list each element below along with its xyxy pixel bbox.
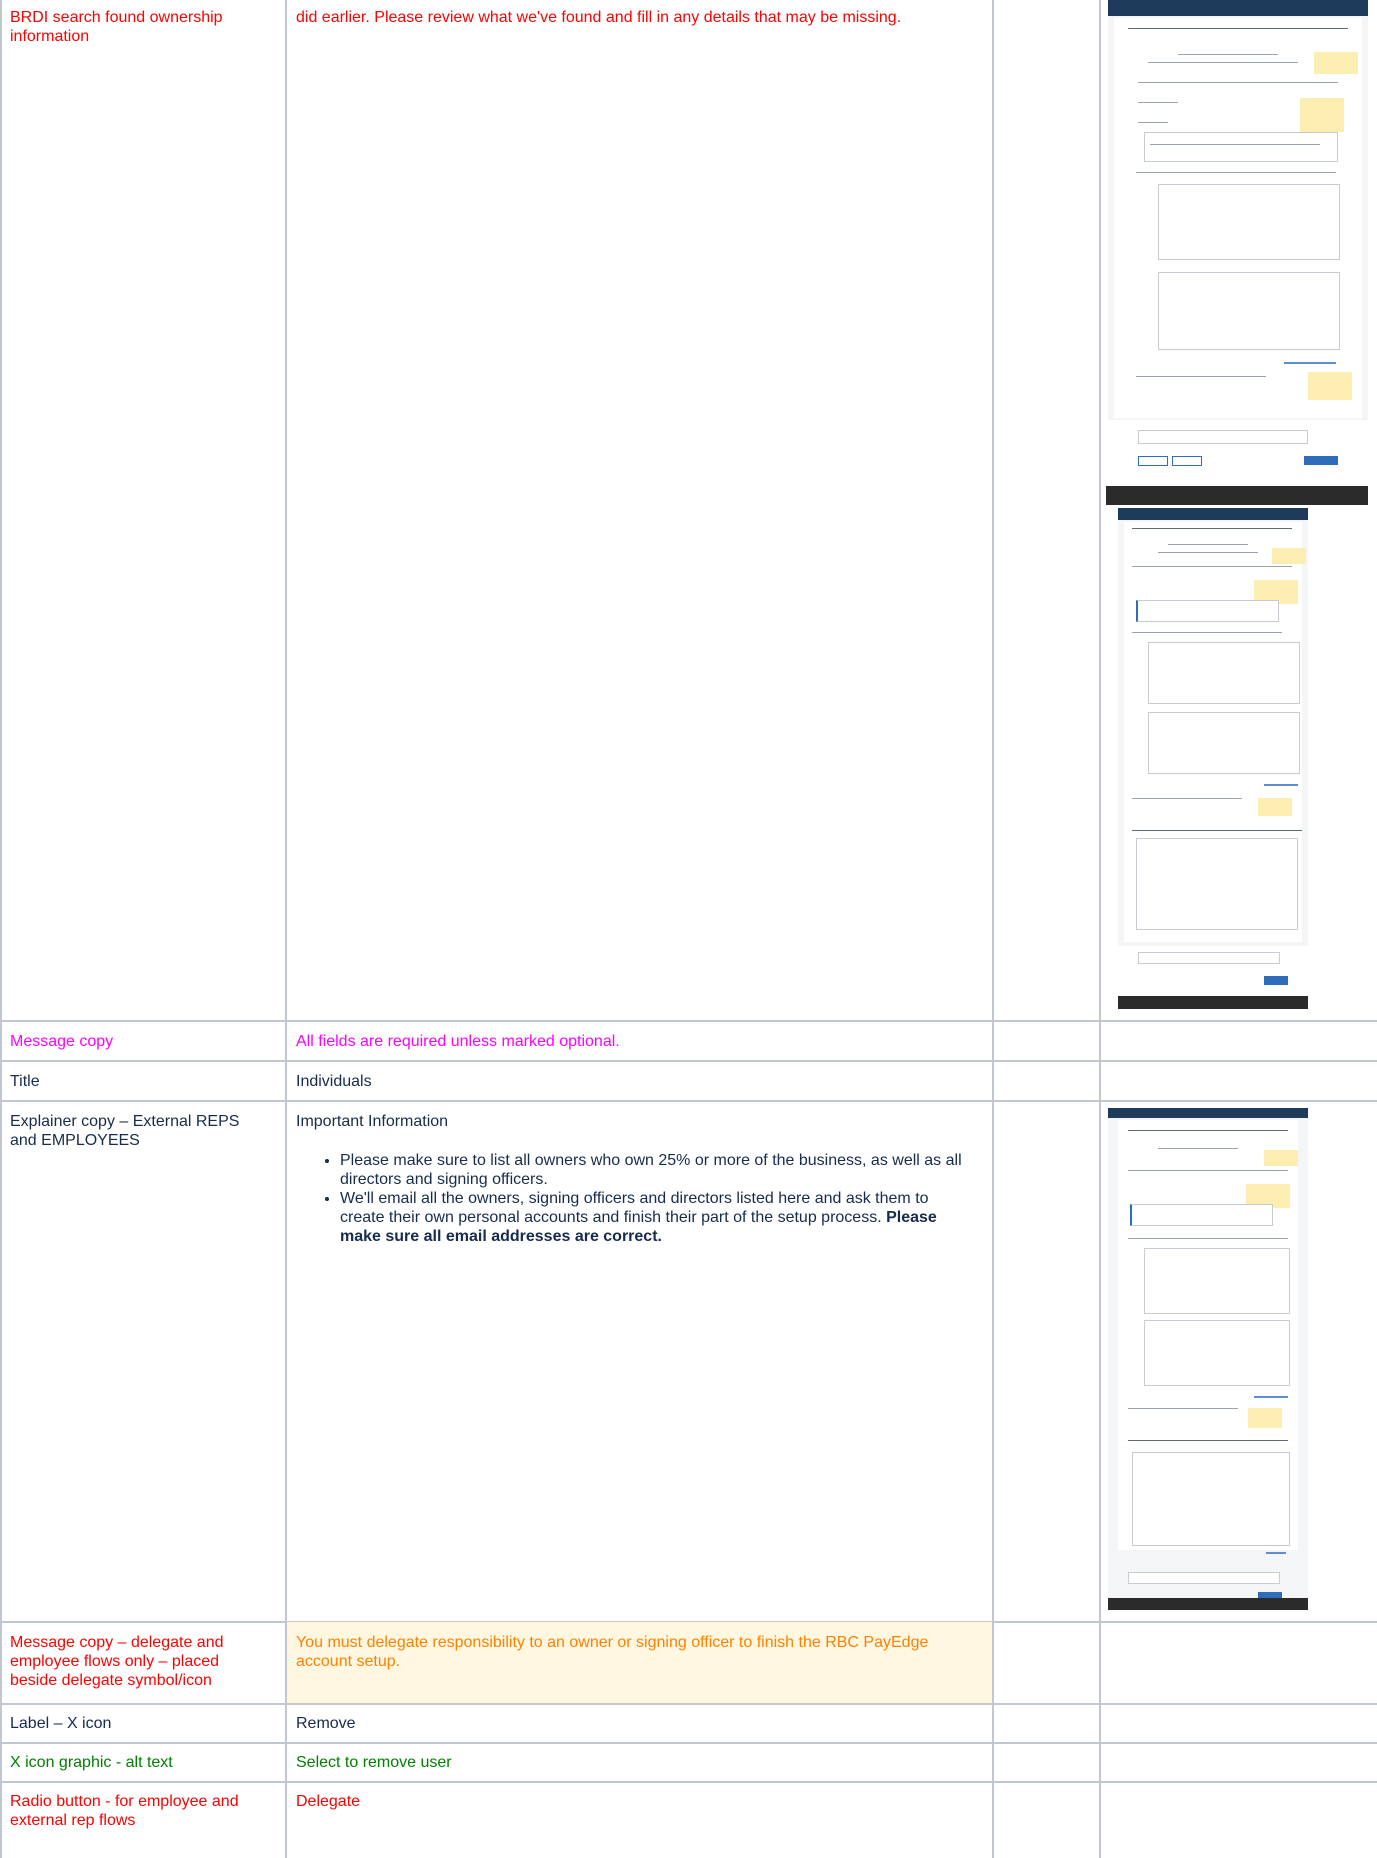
mockup-sticky-note [1258, 798, 1292, 816]
row-value-brdi: did earlier. Please review what we've fo… [296, 9, 902, 26]
table-row-divider [0, 1703, 1377, 1705]
table-row-divider [0, 1020, 1377, 1022]
explainer-bullet-list: Please make sure to list all owners who … [296, 1151, 976, 1246]
table-row-divider [0, 1060, 1377, 1062]
row-label-radio: Radio button - for employee and external… [10, 1793, 239, 1829]
explainer-heading: Important Information [296, 1113, 449, 1130]
row-label-x-alt: X icon graphic - alt text [10, 1754, 173, 1771]
mockup-thumbnail [1118, 946, 1308, 996]
mockup-card [1158, 184, 1340, 260]
table-row-divider [0, 1100, 1377, 1102]
table-row-divider [0, 1781, 1377, 1783]
mockup-thumbnail [1108, 0, 1368, 420]
row-label-x-icon: Label – X icon [10, 1715, 112, 1732]
table-column-divider [992, 0, 994, 1858]
mockup-sticky-note [1264, 1150, 1298, 1166]
table-border-left [0, 0, 2, 1858]
row-label-title: Title [10, 1073, 40, 1090]
row-label-brdi: BRDI search found ownership information [10, 9, 223, 45]
row-value-radio: Delegate [296, 1793, 361, 1810]
explainer-bullet: Please make sure to list all owners who … [340, 1151, 976, 1189]
mockup-header-bar [1108, 1108, 1308, 1118]
row-label-message-copy: Message copy [10, 1033, 114, 1050]
table-column-divider [1099, 0, 1101, 1858]
row-value-message-copy: All fields are required unless marked op… [296, 1033, 620, 1050]
mockup-card [1158, 272, 1340, 350]
mockup-sticky-note [1308, 372, 1352, 400]
mockup-sticky-note [1248, 1408, 1282, 1428]
row-value-x-alt: Select to remove user [296, 1754, 452, 1771]
row-value-x-icon: Remove [296, 1715, 356, 1732]
table-column-divider [285, 0, 287, 1858]
mockup-thumbnail [1108, 1108, 1308, 1608]
mockup-sticky-note [1300, 98, 1344, 132]
mockup-sticky-note [1314, 52, 1358, 74]
explainer-bullet: We'll email all the owners, signing offi… [340, 1189, 976, 1246]
mockup-thumbnail [1118, 508, 1308, 946]
mockup-header-bar [1108, 0, 1368, 16]
mockup-header-bar [1118, 508, 1308, 520]
mockup-thumbnail [1108, 420, 1368, 488]
row-value-title: Individuals [296, 1073, 372, 1090]
row-value-delegate-message: You must delegate responsibility to an o… [296, 1634, 929, 1670]
mockup-footer-bar [1106, 486, 1368, 505]
row-label-explainer: Explainer copy – External REPS and EMPLO… [10, 1113, 240, 1149]
table-row-divider [0, 1742, 1377, 1744]
row-label-delegate-message: Message copy – delegate and employee flo… [10, 1634, 224, 1689]
mockup-footer-bar [1118, 996, 1308, 1009]
mockup-sticky-note [1272, 548, 1306, 564]
mockup-footer-bar [1108, 1598, 1308, 1610]
row-value-explainer: Important Information Please make sure t… [296, 1112, 976, 1246]
mockup-card [1144, 132, 1338, 162]
